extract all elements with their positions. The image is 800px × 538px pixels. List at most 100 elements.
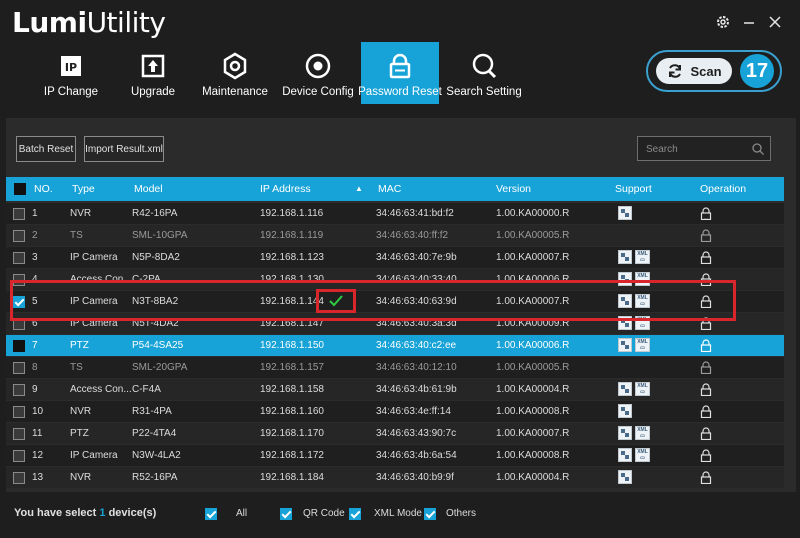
checkmark-icon	[329, 295, 343, 307]
table-row[interactable]: 7 PTZ P54-4SA25 192.168.1.150 34:46:63:4…	[6, 335, 784, 357]
lock-icon[interactable]	[700, 471, 712, 484]
table-row[interactable]: 1 NVR R42-16PA 192.168.1.116 34:46:63:41…	[6, 203, 784, 225]
lock-icon[interactable]	[700, 295, 712, 308]
table-row[interactable]: 13 NVR R52-16PA 192.168.1.184 34:46:63:4…	[6, 467, 784, 489]
svg-text:IP: IP	[65, 61, 77, 74]
filter-all-checkbox[interactable]	[205, 508, 217, 520]
lock-icon[interactable]	[700, 339, 712, 352]
header-version[interactable]: Version	[496, 183, 531, 195]
table-row[interactable]: 11 PTZ P22-4TA4 192.168.1.170 34:46:63:4…	[6, 423, 784, 445]
lock-icon[interactable]	[700, 383, 712, 396]
nav-maintenance[interactable]: Maintenance	[198, 42, 272, 104]
xml-mode-icon: XML ▭	[635, 294, 650, 308]
select-all-checkbox[interactable]	[14, 183, 26, 195]
filter-qr-checkbox[interactable]	[280, 508, 292, 520]
search-input[interactable]	[644, 141, 748, 158]
filter-xml-label: XML Mode	[374, 508, 422, 519]
nav-ip-change[interactable]: IP IP Change	[36, 42, 106, 104]
row-checkbox[interactable]	[13, 296, 25, 308]
header-mac[interactable]: MAC	[378, 183, 401, 195]
table-row[interactable]: 8 TS SML-20GPA 192.168.1.157 34:46:63:40…	[6, 357, 784, 379]
filter-xml-checkbox[interactable]	[349, 508, 361, 520]
table-row[interactable]: 6 IP Camera N5T-4DA2 192.168.1.147 34:46…	[6, 313, 784, 335]
lock-icon[interactable]	[700, 449, 712, 462]
footer-bar: You have select 1 device(s) All QR Code …	[0, 500, 800, 538]
xml-mode-icon: XML ▭	[635, 316, 650, 330]
qr-code-icon	[618, 404, 632, 418]
header-operation: Operation	[700, 183, 747, 195]
scrollbar[interactable]	[790, 118, 796, 492]
row-checkbox[interactable]	[13, 384, 25, 396]
ip-icon: IP	[55, 50, 87, 82]
import-result-button[interactable]: Import Result.xml	[84, 136, 164, 162]
svg-text:...: ...	[704, 215, 708, 220]
lock-icon[interactable]	[700, 251, 712, 264]
nav-password-reset[interactable]: Password Reset	[358, 42, 442, 104]
search-box	[637, 136, 771, 161]
filter-others-label: Others	[446, 508, 477, 519]
lock-icon[interactable]: ...	[700, 207, 712, 220]
qr-code-icon	[618, 382, 632, 396]
nav-upgrade[interactable]: Upgrade	[118, 42, 188, 104]
qr-code-icon	[618, 426, 632, 440]
table-row[interactable]: 2 TS SML-10GPA 192.168.1.119 34:46:63:40…	[6, 225, 784, 247]
password-reset-icon	[384, 50, 416, 82]
row-checkbox[interactable]	[13, 450, 25, 462]
qr-code-icon	[618, 294, 632, 308]
qr-code-icon	[618, 316, 632, 330]
row-checkbox[interactable]	[13, 472, 25, 484]
settings-icon[interactable]	[714, 14, 732, 32]
xml-mode-icon: XML ▭	[635, 382, 650, 396]
qr-code-icon	[618, 206, 632, 220]
row-checkbox[interactable]	[13, 274, 25, 286]
lock-icon[interactable]	[700, 229, 712, 242]
row-checkbox[interactable]	[13, 362, 25, 374]
header-type[interactable]: Type	[72, 183, 95, 195]
device-count-badge: 17	[740, 54, 774, 88]
sort-ascending-icon[interactable]: ▲	[355, 184, 363, 193]
nav-search-setting[interactable]: Search Setting	[446, 42, 522, 104]
table-row[interactable]: 12 IP Camera N3W-4LA2 192.168.1.172 34:4…	[6, 445, 784, 467]
scan-button[interactable]: Scan	[656, 58, 732, 84]
title-bar: LumiUtility	[0, 0, 800, 42]
table-row[interactable]: 5 IP Camera N3T-8BA2 192.168.1.144 34:46…	[6, 291, 784, 313]
table-row[interactable]: 3 IP Camera N5P-8DA2 192.168.1.123 34:46…	[6, 247, 784, 269]
filter-others-checkbox[interactable]	[424, 508, 436, 520]
row-checkbox[interactable]	[13, 252, 25, 264]
batch-reset-button[interactable]: Batch Reset	[16, 136, 76, 162]
row-checkbox[interactable]	[13, 208, 25, 220]
upgrade-icon	[137, 50, 169, 82]
lock-icon[interactable]	[700, 273, 712, 286]
lock-icon[interactable]	[700, 361, 712, 374]
lock-icon[interactable]	[700, 427, 712, 440]
lock-icon[interactable]	[700, 317, 712, 330]
qr-code-icon	[618, 470, 632, 484]
minimize-icon[interactable]	[740, 14, 758, 32]
header-no[interactable]: NO.	[34, 183, 53, 195]
selection-summary: You have select 1 device(s)	[14, 507, 157, 519]
lock-icon[interactable]	[700, 405, 712, 418]
qr-code-icon	[618, 448, 632, 462]
close-icon[interactable]	[766, 14, 784, 32]
row-checkbox[interactable]	[13, 230, 25, 242]
row-checkbox[interactable]	[13, 406, 25, 418]
header-ip[interactable]: IP Address	[260, 183, 311, 195]
row-checkbox[interactable]	[13, 318, 25, 330]
scan-panel: Scan 17	[646, 50, 782, 92]
row-checkbox[interactable]	[13, 340, 25, 352]
header-support: Support	[615, 183, 652, 195]
search-icon[interactable]	[751, 142, 765, 156]
qr-code-icon	[618, 250, 632, 264]
row-checkbox[interactable]	[13, 428, 25, 440]
table-row[interactable]: 9 Access Con... C-F4A 192.168.1.158 34:4…	[6, 379, 784, 401]
qr-code-icon	[618, 338, 632, 352]
table-row[interactable]: 4 Access Con... C-2PA 192.168.1.130 34:4…	[6, 269, 784, 291]
nav-device-config[interactable]: Device Config	[280, 42, 356, 104]
xml-mode-icon: XML ▭	[635, 426, 650, 440]
xml-mode-icon: XML ▭	[635, 272, 650, 286]
xml-mode-icon: XML ▭	[635, 250, 650, 264]
table-row[interactable]: 10 NVR R31-4PA 192.168.1.160 34:46:63:4e…	[6, 401, 784, 423]
header-model[interactable]: Model	[134, 183, 163, 195]
success-check-frame	[316, 289, 356, 313]
refresh-icon	[669, 64, 682, 78]
